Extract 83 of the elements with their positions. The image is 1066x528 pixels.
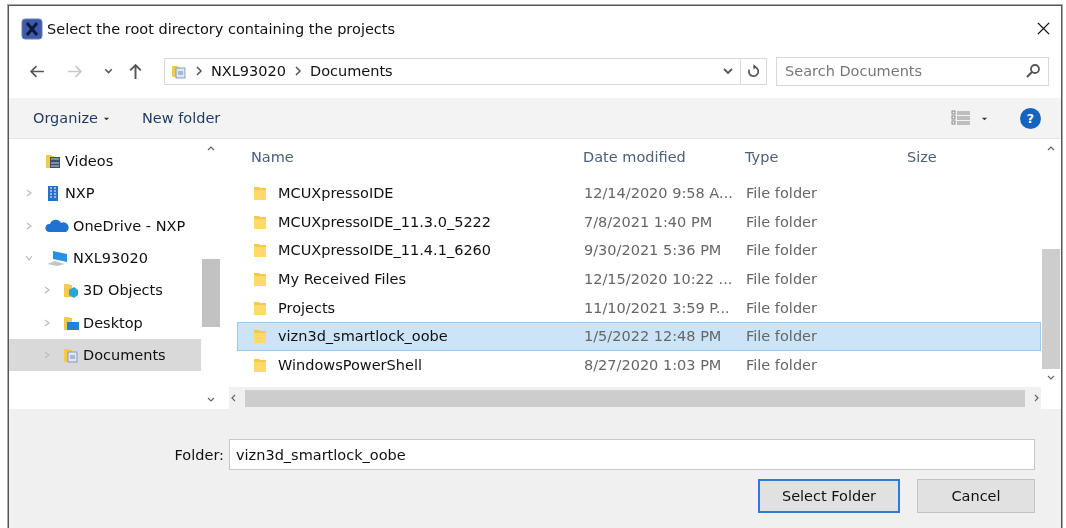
file-row[interactable]: Projects 11/10/2021 3:59 P... File folder	[237, 293, 1041, 322]
sidebar-label: Desktop	[83, 314, 143, 331]
folder-icon	[252, 213, 268, 230]
file-row[interactable]: MCUXpressoIDE_11.4.1_6260 9/30/2021 5:36 PM File folder	[237, 236, 1041, 265]
close-icon[interactable]	[1036, 21, 1051, 36]
scrollbar-thumb[interactable]	[202, 259, 220, 327]
sidebar-label: OneDrive - NXP	[73, 217, 186, 234]
video-folder-icon	[45, 153, 61, 170]
file-name: My Received Files	[278, 271, 407, 288]
file-row[interactable]: vizn3d_smartlock_oobe 1/5/2022 12:48 PM File folder	[237, 321, 1041, 351]
folder-icon	[252, 328, 268, 345]
refresh-icon	[746, 63, 761, 79]
column-header[interactable]: Size	[907, 149, 997, 165]
type-cell-text: File folder	[746, 328, 818, 345]
desktop-folder-icon	[63, 314, 79, 331]
breadcrumb-item[interactable]: NXL93020	[211, 63, 286, 79]
date-cell-text: 12/14/2020 9:58 A...	[584, 185, 734, 202]
folder-label: Folder:	[174, 446, 224, 463]
organize-button[interactable]: Organize	[33, 110, 110, 126]
sidebar-label: 3D Objects	[83, 282, 163, 299]
sidebar-item[interactable]: NXP	[9, 177, 201, 210]
chevron-down-icon[interactable]	[722, 65, 734, 77]
search-field[interactable]: Search Documents	[776, 56, 1049, 86]
date-cell-text: 7/8/2021 1:40 PM	[584, 213, 714, 230]
scrollbar-thumb[interactable]	[245, 389, 1025, 407]
file-name: WindowsPowerShell	[278, 356, 422, 373]
file-name: MCUXpressoIDE	[278, 185, 394, 202]
file-row[interactable]: My Received Files 12/15/2020 10:22 ... File folder	[237, 264, 1041, 294]
building-icon	[45, 185, 61, 202]
column-header[interactable]: Type	[745, 149, 907, 165]
sidebar-item[interactable]: OneDrive - NXP	[9, 209, 201, 242]
app-logo-icon	[21, 17, 43, 40]
cloud-icon	[45, 217, 69, 234]
column-header[interactable]: Name	[229, 149, 583, 165]
folder-icon	[252, 299, 268, 316]
folder-icon	[252, 242, 268, 259]
breadcrumb-item[interactable]: Documents	[310, 63, 393, 79]
search-icon	[1025, 62, 1041, 79]
type-cell-text: File folder	[746, 271, 818, 288]
scrollbar-thumb[interactable]	[1042, 249, 1060, 369]
folder-icon	[252, 185, 268, 202]
cancel-button[interactable]: Cancel	[917, 479, 1035, 513]
folder-field[interactable]: vizn3d_smartlock_oobe	[229, 439, 1035, 470]
window-title: Select the root directory containing the projects	[47, 20, 396, 37]
file-name: Projects	[278, 299, 336, 316]
select-folder-button[interactable]: Select Folder	[758, 479, 900, 513]
chevron-right-icon	[195, 66, 203, 76]
documents-folder-icon	[171, 63, 187, 79]
date-cell-text: 12/15/2020 10:22 ...	[584, 271, 734, 288]
date-cell-text: 8/27/2020 1:03 PM	[584, 356, 723, 373]
type-cell-text: File folder	[746, 356, 818, 373]
type-cell-text: File folder	[746, 185, 818, 202]
sidebar-label: NXL93020	[73, 250, 148, 267]
sidebar-item[interactable]: NXL93020	[9, 241, 201, 275]
sidebar-label: Documents	[83, 346, 166, 363]
up-arrow-icon[interactable]	[127, 62, 144, 80]
3d-folder-icon	[63, 282, 79, 299]
date-cell-text: 9/30/2021 5:36 PM	[584, 242, 723, 259]
file-name: MCUXpressoIDE_11.4.1_6260	[278, 242, 492, 259]
computer-icon	[45, 250, 69, 267]
sidebar-item[interactable]: Videos	[9, 145, 201, 178]
sidebar-item[interactable]: Desktop	[9, 306, 201, 339]
type-cell-text: File folder	[746, 213, 818, 230]
chevron-right-icon	[294, 66, 302, 76]
sidebar-label: NXP	[65, 185, 95, 202]
sidebar-item[interactable]: Documents	[9, 338, 201, 372]
help-button[interactable]: ?	[1020, 107, 1041, 129]
column-header[interactable]: Date modified	[583, 149, 745, 165]
file-name: MCUXpressoIDE_11.3.0_5222	[278, 213, 492, 230]
type-cell-text: File folder	[746, 299, 818, 316]
file-row[interactable]: MCUXpressoIDE_11.3.0_5222 7/8/2021 1:40 PM File folder	[237, 207, 1041, 237]
file-row[interactable]: WindowsPowerShell 8/27/2020 1:03 PM File folder	[237, 350, 1041, 380]
date-cell-text: 11/10/2021 3:59 P...	[584, 299, 731, 316]
folder-icon	[252, 271, 268, 288]
file-row[interactable]: MCUXpressoIDE 12/14/2020 9:58 A... File folder	[237, 179, 1041, 208]
sidebar-label: Videos	[65, 153, 114, 170]
new-folder-button[interactable]: New folder	[141, 110, 221, 126]
file-name: vizn3d_smartlock_oobe	[278, 328, 448, 345]
type-cell-text: File folder	[746, 242, 818, 259]
sidebar-item[interactable]: 3D Objects	[9, 274, 201, 307]
folder-icon	[252, 356, 268, 373]
date-cell-text: 1/5/2022 12:48 PM	[584, 328, 723, 345]
documents-folder-icon	[63, 346, 79, 363]
